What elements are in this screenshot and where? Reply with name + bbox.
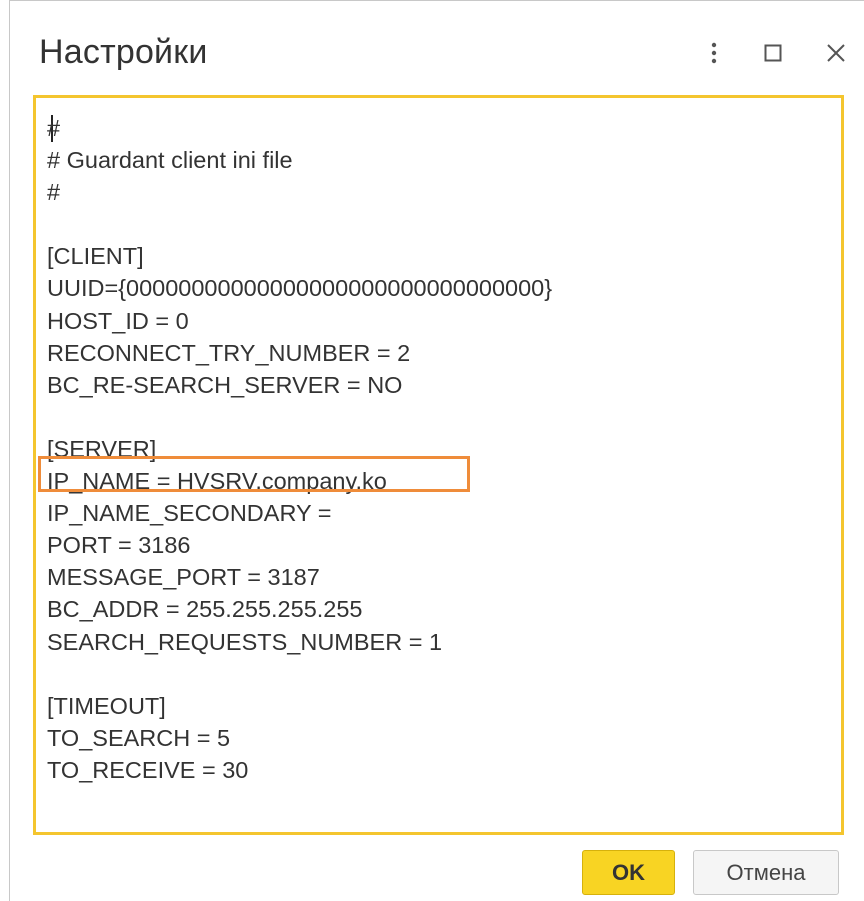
- ok-button[interactable]: OK: [582, 850, 675, 895]
- text-line: SEARCH_REQUESTS_NUMBER = 1: [47, 628, 443, 655]
- more-options-button[interactable]: [698, 37, 730, 69]
- text-line: IP_NAME = HVSRV.company.ko: [47, 468, 387, 495]
- text-line: [47, 208, 552, 240]
- text-line: HOST_ID = 0: [47, 307, 189, 334]
- text-lines: # # Guardant client ini file # [CLIENT] …: [47, 112, 552, 786]
- text-line: TO_RECEIVE = 30: [47, 756, 249, 783]
- text-line: RECONNECT_TRY_NUMBER = 2: [47, 339, 411, 366]
- text-line: [SERVER]: [47, 435, 157, 462]
- text-line: BC_ADDR = 255.255.255.255: [47, 596, 363, 623]
- text-line: #: [47, 115, 61, 141]
- text-line: IP_NAME_SECONDARY =: [47, 500, 332, 527]
- text-line: [47, 401, 552, 433]
- text-line: [47, 658, 552, 690]
- vertical-ellipsis-icon: [711, 42, 717, 64]
- text-line: #: [47, 179, 61, 206]
- text-line: BC_RE-SEARCH_SERVER = NO: [47, 371, 403, 398]
- text-line: TO_SEARCH = 5: [47, 724, 231, 751]
- close-button[interactable]: [820, 37, 852, 69]
- close-icon: [827, 44, 845, 62]
- maximize-button[interactable]: [757, 37, 789, 69]
- text-line: [TIMEOUT]: [47, 692, 166, 719]
- text-line: MESSAGE_PORT = 3187: [47, 564, 320, 591]
- text-line: # Guardant client ini file: [47, 147, 293, 174]
- settings-dialog: Настройки # # Guardant client ini file #…: [9, 0, 864, 901]
- ini-text-editor[interactable]: # # Guardant client ini file # [CLIENT] …: [33, 95, 844, 835]
- text-line: [CLIENT]: [47, 243, 144, 270]
- dialog-title: Настройки: [39, 33, 208, 71]
- text-line: PORT = 3186: [47, 532, 191, 559]
- cancel-button[interactable]: Отмена: [693, 850, 839, 895]
- text-line: UUID={00000000000000000000000000000000}: [47, 275, 553, 302]
- maximize-icon: [764, 44, 782, 62]
